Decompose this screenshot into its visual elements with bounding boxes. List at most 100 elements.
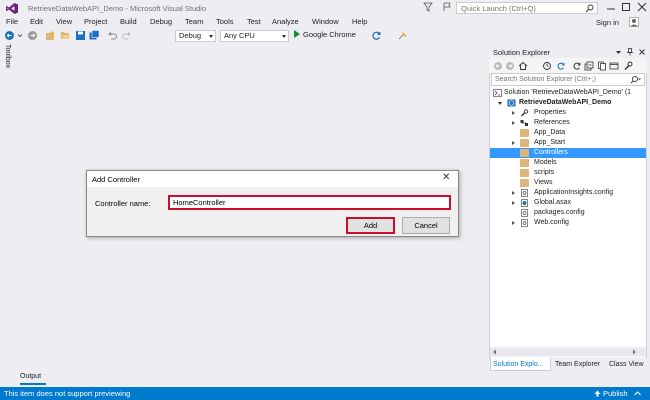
menu-analyze[interactable]: Analyze (272, 17, 299, 26)
save-all-icon[interactable] (89, 30, 100, 41)
solution-explorer-search-input[interactable] (492, 74, 622, 85)
collapsed-arrow-icon[interactable] (512, 191, 515, 195)
collapsed-arrow-icon[interactable] (512, 111, 515, 115)
tree-item-packages-config[interactable]: packages.config (490, 208, 646, 218)
arrow-up-icon (594, 390, 601, 397)
tab-class-view[interactable]: Class View (609, 361, 644, 368)
chevron-up-icon (633, 391, 641, 396)
tab-solution-explorer-label[interactable]: Solution Explo... (493, 361, 544, 368)
solution-configuration-select[interactable]: Debug (175, 30, 216, 42)
window-position-dropdown-icon[interactable] (615, 49, 622, 56)
quick-launch-box[interactable] (456, 2, 598, 14)
tab-team-explorer[interactable]: Team Explorer (555, 361, 600, 368)
save-icon[interactable] (75, 30, 86, 41)
search-icon[interactable] (585, 4, 594, 13)
tree-item-label: Solution 'RetrieveDataWebAPI_Demo' (1 (504, 89, 632, 96)
solution-explorer-search-box[interactable] (491, 73, 645, 86)
tree-item-app-data[interactable]: App_Data (490, 128, 646, 138)
chevron-down-icon[interactable] (17, 30, 23, 41)
feedback-flag-icon[interactable] (442, 2, 452, 12)
collapsed-arrow-icon[interactable] (512, 221, 515, 225)
controller-name-field[interactable] (168, 195, 451, 210)
sync-icon[interactable] (556, 61, 566, 71)
horizontal-scrollbar[interactable] (490, 348, 646, 356)
tree-item-label: Global.asax (534, 199, 571, 206)
tree-item-views[interactable]: Views (490, 178, 646, 188)
minimize-icon[interactable] (604, 1, 618, 13)
tree-item-scripts[interactable]: scripts (490, 168, 646, 178)
menu-tools[interactable]: Tools (216, 17, 234, 26)
tree-item-models[interactable]: Models (490, 158, 646, 168)
new-project-icon[interactable] (45, 30, 56, 41)
menu-edit[interactable]: Edit (30, 17, 43, 26)
back-icon[interactable] (493, 61, 503, 71)
scroll-left-icon[interactable] (492, 349, 497, 355)
menu-file[interactable]: File (6, 17, 18, 26)
tree-item-label: RetrieveDataWebAPI_Demo (519, 99, 612, 106)
forward-icon[interactable] (505, 61, 515, 71)
properties-wrench-icon[interactable] (623, 61, 633, 71)
home-icon[interactable] (518, 61, 528, 71)
publish-button[interactable]: Publish (594, 389, 641, 398)
add-button[interactable]: Add (346, 217, 395, 234)
tree-item-app-start[interactable]: App_Start (490, 138, 646, 148)
tree-item-global-asax[interactable]: Global.asax (490, 198, 646, 208)
tree-item-properties[interactable]: Properties (490, 108, 646, 118)
expanded-arrow-icon[interactable] (498, 102, 502, 105)
quick-launch-input[interactable] (457, 3, 577, 13)
tree-item-project[interactable]: RetrieveDataWebAPI_Demo (490, 98, 646, 108)
menu-test[interactable]: Test (247, 17, 261, 26)
solution-explorer-title: Solution Explorer (493, 48, 551, 57)
cancel-button[interactable]: Cancel (402, 217, 450, 234)
tree-item-controllers[interactable]: Controllers (490, 148, 646, 158)
maximize-icon[interactable] (619, 1, 633, 13)
solution-configuration-value: Debug (179, 31, 202, 40)
user-account-icon[interactable] (629, 17, 639, 27)
sign-in-link[interactable]: Sign in (596, 18, 619, 27)
tab-output[interactable]: Output (20, 373, 41, 380)
menu-team[interactable]: Team (185, 17, 203, 26)
config-file-icon (521, 209, 528, 217)
asax-file-icon (521, 199, 528, 207)
start-debugging-button[interactable]: Google Chrome (294, 30, 356, 42)
tree-item-solution[interactable]: Solution 'RetrieveDataWebAPI_Demo' (1 (490, 88, 646, 98)
controller-name-input[interactable] (170, 197, 440, 208)
search-icon[interactable] (630, 75, 641, 85)
open-file-icon[interactable] (60, 30, 71, 41)
close-panel-icon[interactable] (638, 48, 646, 56)
tree-item-label: Models (534, 159, 557, 166)
collapsed-arrow-icon[interactable] (512, 201, 515, 205)
refresh-browser-icon[interactable] (371, 30, 382, 41)
close-icon[interactable] (635, 1, 649, 13)
menu-build[interactable]: Build (120, 17, 137, 26)
menu-help[interactable]: Help (352, 17, 367, 26)
navigate-forward-icon[interactable] (27, 30, 38, 41)
scroll-right-icon[interactable] (632, 349, 637, 355)
refresh-icon[interactable] (572, 61, 582, 71)
preview-selected-items-icon[interactable] (609, 61, 619, 71)
dialog-close-icon[interactable]: ✕ (442, 172, 450, 183)
tree-item-applicationinsights-config[interactable]: ApplicationInsights.config (490, 188, 646, 198)
tree-item-web-config[interactable]: Web.config (490, 218, 646, 228)
pin-icon[interactable] (626, 48, 634, 56)
undo-icon[interactable] (107, 30, 118, 41)
show-all-files-icon[interactable] (597, 61, 607, 71)
folder-icon (520, 149, 529, 157)
menu-project[interactable]: Project (84, 17, 107, 26)
navigate-back-icon[interactable] (4, 30, 15, 41)
menu-view[interactable]: View (56, 17, 72, 26)
solution-platform-select[interactable]: Any CPU (220, 30, 289, 42)
collapse-all-icon[interactable] (584, 61, 594, 71)
redo-icon[interactable] (121, 30, 132, 41)
visual-studio-logo-icon (6, 3, 18, 14)
output-tab-indicator (20, 383, 46, 385)
collapsed-arrow-icon[interactable] (512, 121, 515, 125)
pending-changes-filter-icon[interactable] (542, 61, 552, 71)
collapsed-arrow-icon[interactable] (512, 141, 515, 145)
browser-link-icon[interactable] (398, 30, 409, 41)
menu-window[interactable]: Window (312, 17, 339, 26)
notifications-filter-icon[interactable] (423, 2, 433, 12)
tree-item-references[interactable]: References (490, 118, 646, 128)
menu-debug[interactable]: Debug (150, 17, 172, 26)
toolbox-tab[interactable]: Toolbox (4, 44, 14, 74)
